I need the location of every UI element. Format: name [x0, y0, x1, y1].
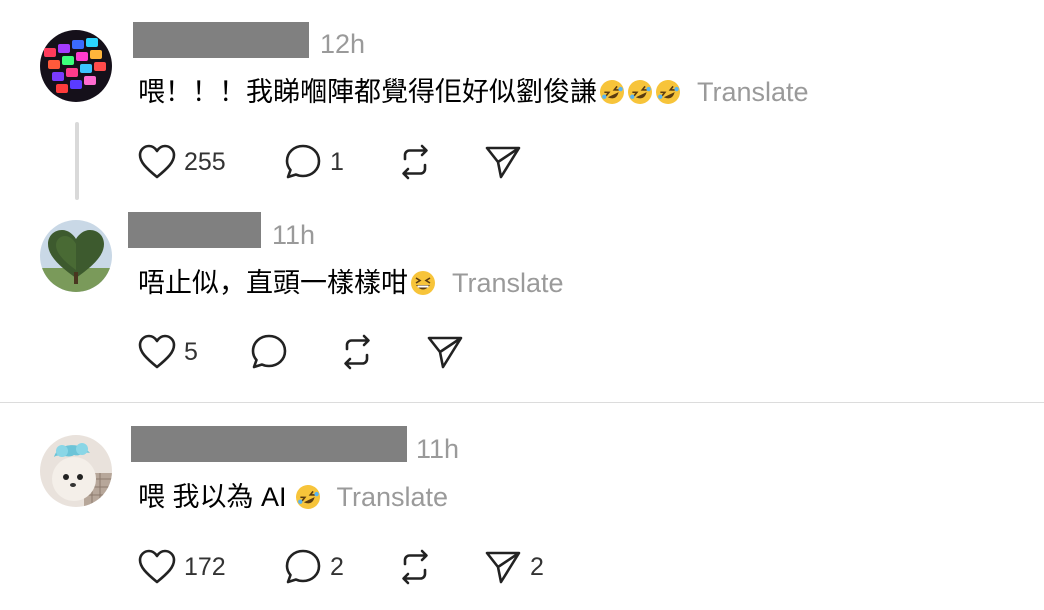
repost-button[interactable]: [396, 545, 434, 589]
comment-1: 12h 喂！！！我睇嗰陣都覺得佢好似劉俊謙 Translate 255 1: [0, 0, 1044, 200]
translate-link[interactable]: Translate: [337, 477, 449, 517]
comment-text: 喂！！！我睇嗰陣都覺得佢好似劉俊謙: [138, 77, 597, 107]
reply-button[interactable]: 1: [284, 140, 344, 184]
reply-button[interactable]: 2: [284, 545, 344, 589]
comment-text-row: 喂 我以為 AI Translate: [138, 477, 448, 517]
comment-bubble-icon: [285, 549, 321, 584]
action-bar: 172 2 2: [138, 545, 558, 589]
redacted-username[interactable]: [133, 22, 309, 58]
like-count: 255: [184, 147, 226, 176]
redacted-username[interactable]: [128, 212, 261, 248]
like-button[interactable]: 172: [138, 545, 226, 589]
comment-3: 11h 喂 我以為 AI Translate 172 2 2: [0, 403, 1044, 610]
comment-text-row: 喂！！！我睇嗰陣都覺得佢好似劉俊謙 Translate: [138, 72, 809, 112]
like-count: 5: [184, 337, 198, 366]
like-button[interactable]: 255: [138, 140, 226, 184]
rolling-laughing-emoji: [628, 80, 652, 104]
like-count: 172: [184, 552, 226, 581]
avatar[interactable]: [40, 30, 112, 102]
keyboard-avatar-image: [40, 30, 112, 102]
like-button[interactable]: 5: [138, 330, 198, 374]
thread-line: [75, 122, 79, 200]
repost-icon: [402, 549, 428, 585]
plush-toy-avatar-image: [40, 435, 112, 507]
action-bar: 255 1: [138, 140, 538, 184]
rolling-laughing-emoji: [600, 80, 624, 104]
heart-icon: [138, 144, 176, 179]
translate-link[interactable]: Translate: [452, 263, 564, 303]
rolling-laughing-emoji: [656, 80, 680, 104]
comment-text: 喂 我以為 AI: [138, 482, 287, 512]
timestamp: 11h: [416, 434, 460, 464]
repost-button[interactable]: [396, 140, 434, 184]
rolling-laughing-emoji: [295, 485, 320, 509]
repost-button[interactable]: [338, 330, 376, 374]
grinning-squinting-emoji: [411, 271, 435, 295]
share-button[interactable]: [484, 140, 522, 184]
comment-text: 唔止似，直頭一樣樣咁: [138, 268, 408, 298]
reply-button[interactable]: [250, 330, 288, 374]
share-button[interactable]: 2: [484, 545, 544, 589]
send-icon: [485, 551, 521, 584]
share-button[interactable]: [426, 330, 464, 374]
heart-icon: [138, 334, 176, 369]
heart-icon: [138, 549, 176, 584]
action-bar: 5: [138, 330, 478, 374]
timestamp: 11h: [272, 220, 316, 250]
translate-link[interactable]: Translate: [697, 72, 809, 112]
timestamp: 12h: [320, 29, 366, 59]
comment-bubble-icon: [251, 334, 287, 369]
avatar[interactable]: [40, 220, 112, 292]
redacted-username[interactable]: [131, 426, 407, 462]
comment-bubble-icon: [285, 144, 321, 179]
avatar[interactable]: [40, 435, 112, 507]
send-icon: [427, 336, 463, 369]
send-icon: [485, 146, 521, 179]
repost-icon: [402, 144, 428, 180]
repost-icon: [344, 334, 370, 370]
reply-count: 2: [330, 552, 344, 581]
reply-count: 1: [330, 147, 344, 176]
share-count: 2: [530, 552, 544, 581]
comment-text-row: 唔止似，直頭一樣樣咁 Translate: [138, 263, 564, 303]
heart-tree-avatar-image: [40, 220, 112, 292]
comment-2: 11h 唔止似，直頭一樣樣咁 Translate 5: [0, 200, 1044, 400]
